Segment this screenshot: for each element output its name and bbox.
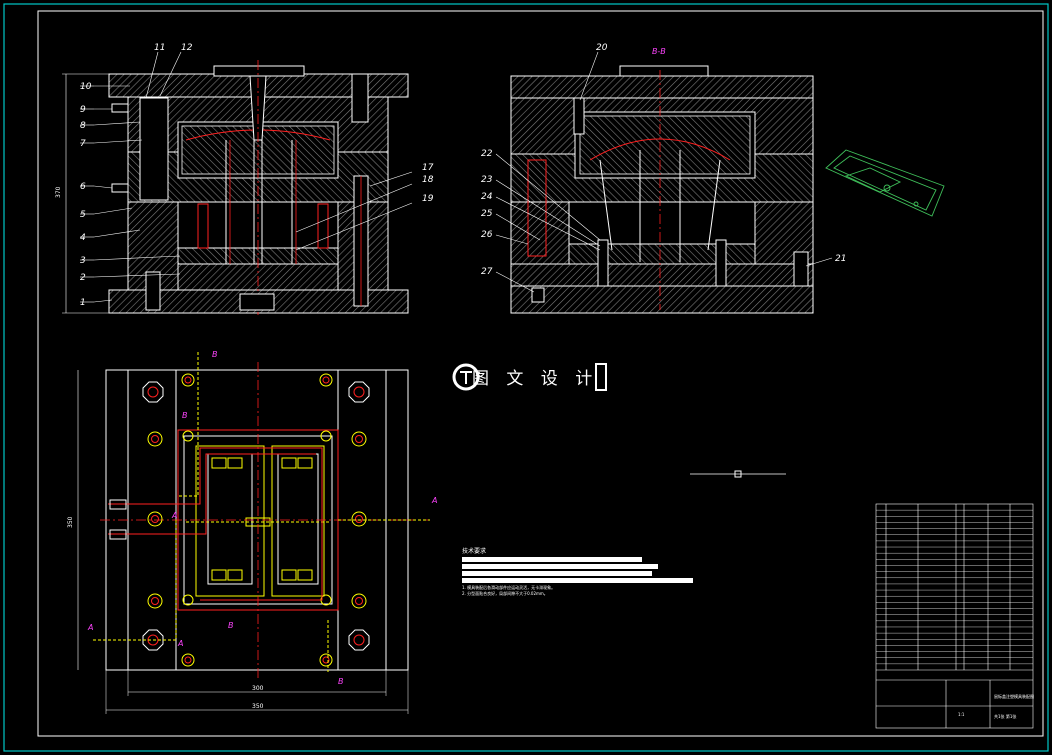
callout-22: 22: [481, 149, 493, 159]
tech-req-text-1: 1. 模具装配后各滑动部件应运动灵活，无卡滞现象。: [462, 584, 555, 590]
section-mark-b-bottom: B: [338, 677, 344, 686]
callout-7: 7: [80, 139, 86, 149]
callout-26: 26: [481, 230, 493, 240]
tech-req-line-3: [462, 571, 652, 576]
section-mark-a-center: A: [171, 511, 177, 520]
callout-4: 4: [80, 233, 86, 243]
callout-10: 10: [80, 82, 92, 92]
callout-23: 23: [481, 175, 493, 185]
callout-1: 1: [80, 298, 86, 308]
section-mark-b-upper: B: [182, 411, 188, 420]
callout-5: 5: [80, 210, 86, 220]
callout-11: 11: [154, 43, 165, 53]
section-mark-a-left: A: [87, 623, 93, 632]
section-height-dim: 370: [55, 186, 62, 198]
callout-27: 27: [481, 267, 493, 277]
title-scale: 1:1: [958, 712, 965, 717]
tech-req-line-1: [462, 557, 642, 562]
tech-req-text-2: 2. 分型面贴合良好，局部间隙不大于0.02mm。: [462, 590, 548, 596]
tech-req-line-2: [462, 564, 658, 569]
title-sheet: 共1张 第1张: [994, 713, 1016, 719]
bom-rows: [876, 509, 1033, 665]
callout-18: 18: [422, 175, 434, 185]
callout-12: 12: [181, 43, 193, 53]
section-mark-b-top: B: [212, 350, 218, 359]
tech-req-line-4: [462, 578, 693, 583]
callout-19: 19: [422, 194, 434, 204]
plan-outer-width-dim: 350: [252, 703, 264, 710]
watermark-text: 图 文 设 计: [472, 369, 598, 389]
callout-24: 24: [481, 192, 493, 202]
callout-8: 8: [80, 121, 86, 131]
part-isometric-sketch: [825, 149, 945, 217]
callout-3: 3: [80, 256, 86, 266]
title-drawing-name: 鼠标盖注塑模具装配图: [994, 693, 1034, 699]
callout-21: 21: [835, 254, 846, 264]
callout-20: 20: [596, 43, 608, 53]
cad-drawing-canvas: 370 10 9 8 7 6 5 4 3 2 1 11 12 17 18 19: [3, 3, 1049, 752]
section-view-b: [510, 65, 814, 314]
callout-17: 17: [422, 163, 434, 173]
callout-9: 9: [80, 105, 86, 115]
callout-6: 6: [80, 182, 86, 192]
callout-25: 25: [481, 209, 493, 219]
section-mark-a-lower: A: [177, 639, 183, 648]
section-mark-b-lower: B: [228, 621, 234, 630]
plan-height-dim: 350: [67, 516, 74, 528]
plan-view: [77, 352, 430, 714]
section-b-title: B-B: [652, 47, 666, 56]
tech-req-title: 技术要求: [462, 547, 486, 555]
section-mark-a-right: A: [431, 496, 437, 505]
callout-2: 2: [80, 273, 86, 283]
plan-inner-width-dim: 300: [252, 685, 264, 692]
